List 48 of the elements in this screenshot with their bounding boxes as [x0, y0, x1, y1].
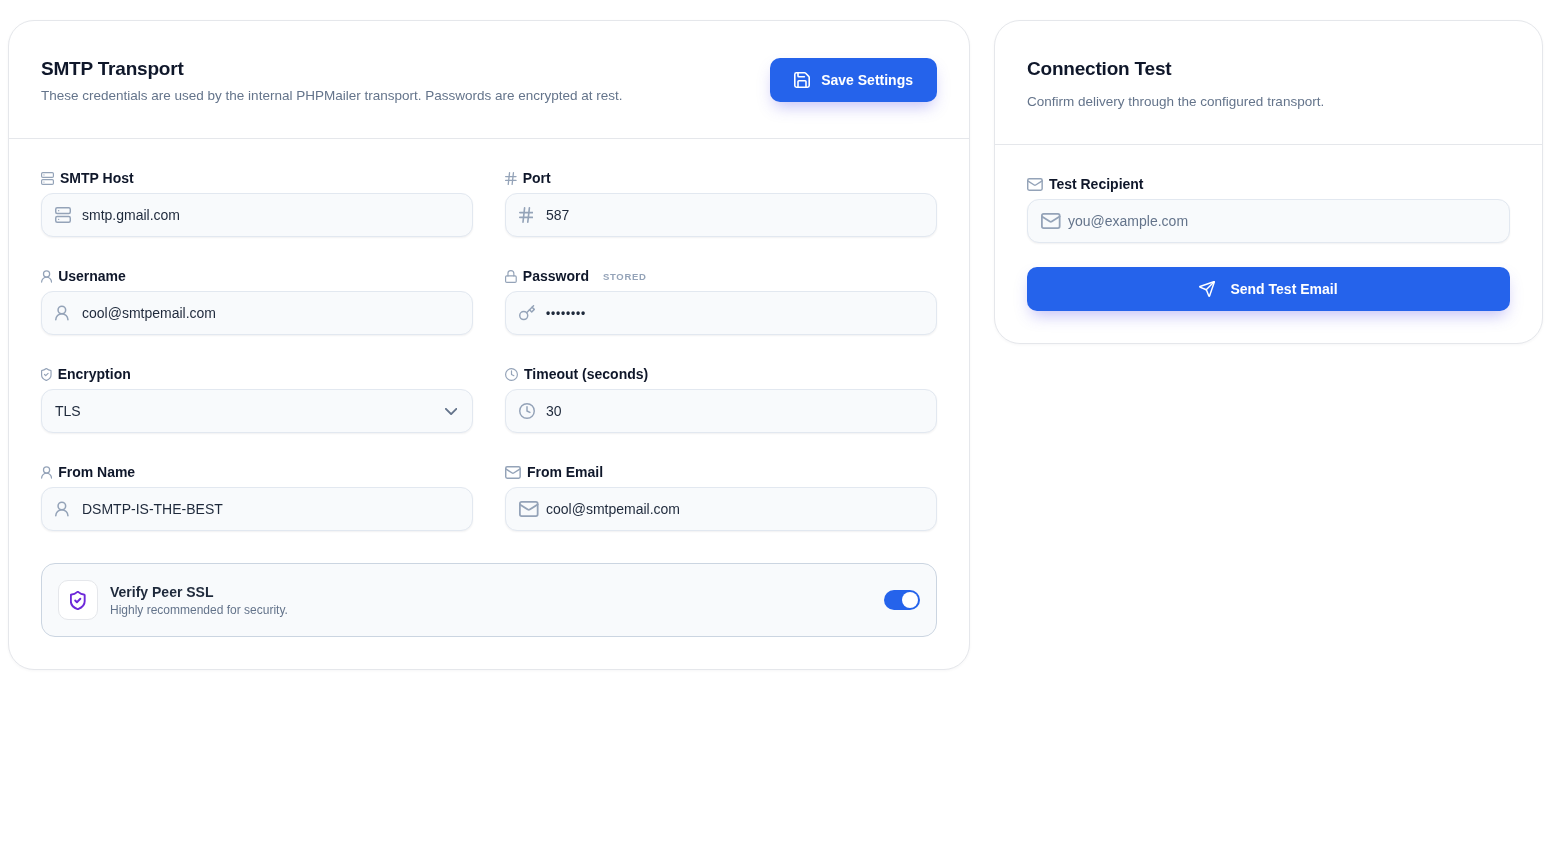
user-icon — [41, 269, 53, 283]
mail-icon — [505, 465, 521, 479]
field-label: Test Recipient — [1048, 176, 1144, 192]
input-field[interactable]: DSMTP-IS-THE-BEST — [41, 487, 473, 531]
field-label: From Email — [526, 464, 604, 480]
save-button[interactable]: Save Settings — [770, 57, 937, 102]
status-text: STORED — [602, 270, 647, 282]
mail-icon — [519, 501, 539, 517]
panel-title: SMTP Transport — [41, 57, 185, 81]
hash-icon — [505, 171, 517, 185]
shield-check-icon — [58, 580, 98, 620]
toggle-switch[interactable] — [884, 590, 920, 610]
send-test-button[interactable]: Send Test Email — [1027, 267, 1510, 311]
input-field[interactable]: smtp.gmail.com — [41, 193, 473, 237]
clock-icon — [519, 403, 535, 419]
field-label: Timeout (seconds) — [524, 366, 649, 382]
server-icon — [55, 207, 71, 223]
mail-icon — [1027, 177, 1043, 191]
input-field[interactable]: cool@smtpemail.com — [505, 487, 937, 531]
field-label: Password — [522, 268, 589, 284]
user-icon — [55, 501, 69, 517]
input-field[interactable]: 587 — [505, 193, 937, 237]
field-label: Encryption — [57, 366, 131, 382]
key-icon — [519, 305, 535, 321]
hash-icon — [519, 207, 534, 223]
field-label: From Name — [58, 464, 136, 480]
clock-icon — [505, 367, 518, 381]
input-field[interactable]: you@example.com — [1027, 199, 1510, 243]
field-label: Port — [522, 170, 551, 186]
panel-description: These credentials are used by the internal PHPMailer transport. Passwords are encrypted at rest. — [41, 87, 623, 105]
field-label: Username — [58, 268, 126, 284]
input-field[interactable]: 30 — [505, 389, 937, 433]
server-icon — [41, 171, 54, 185]
user-icon — [55, 305, 69, 321]
shield-check-icon — [41, 367, 52, 381]
panel-description: Confirm delivery through the configured transport. — [1027, 93, 1325, 111]
dropdown-field[interactable]: TLS — [41, 389, 473, 433]
setting-description: Highly recommended for security. — [110, 602, 288, 618]
setting-title: Verify Peer SSL — [110, 582, 214, 601]
panel-title: Connection Test — [1027, 57, 1173, 81]
input-field[interactable]: cool@smtpemail.com — [41, 291, 473, 335]
paper-plane-icon — [1199, 281, 1216, 297]
field-label: SMTP Host — [60, 170, 134, 186]
user-icon — [41, 465, 53, 479]
chevron-down-icon — [444, 407, 457, 415]
lock-icon — [505, 269, 517, 283]
password-field[interactable]: •••••••• — [505, 291, 937, 335]
mail-icon — [1041, 213, 1061, 229]
